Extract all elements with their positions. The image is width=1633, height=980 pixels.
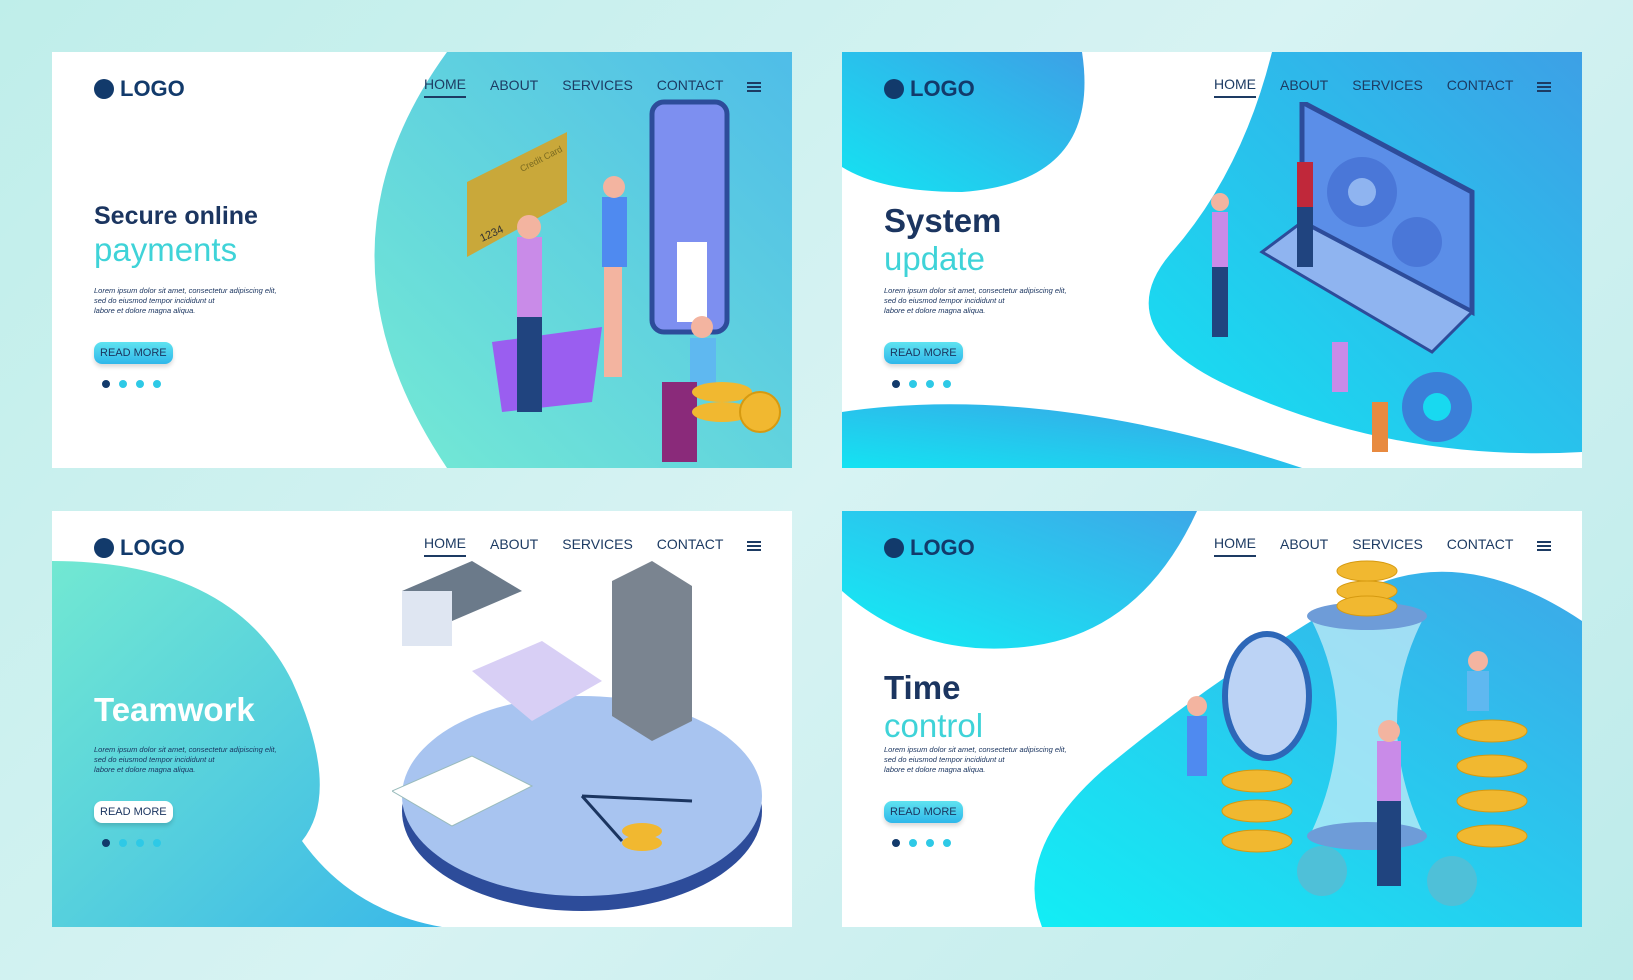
- nav-about[interactable]: ABOUT: [490, 77, 538, 97]
- logo[interactable]: LOGO: [94, 535, 185, 561]
- hero-description: Lorem ipsum dolor sit amet, consectetur …: [884, 745, 1067, 775]
- landing-card-system-update: LOGO HOME ABOUT SERVICES CONTACT System upda…: [842, 52, 1582, 468]
- logo-circle-icon: [94, 538, 114, 558]
- read-more-button[interactable]: READ MORE: [94, 801, 173, 823]
- logo-circle-icon: [884, 79, 904, 99]
- nav-contact[interactable]: CONTACT: [657, 536, 724, 556]
- carousel-dots[interactable]: [892, 839, 951, 847]
- hero-description: Lorem ipsum dolor sit amet, consectetur …: [884, 286, 1067, 316]
- hamburger-menu-icon[interactable]: [1537, 82, 1552, 92]
- nav-about[interactable]: ABOUT: [1280, 536, 1328, 556]
- nav-contact[interactable]: CONTACT: [657, 77, 724, 97]
- read-more-button[interactable]: READ MORE: [884, 342, 963, 364]
- hero-description: Lorem ipsum dolor sit amet, consectetur …: [94, 286, 277, 316]
- top-nav: HOME ABOUT SERVICES CONTACT: [424, 76, 762, 98]
- top-nav: HOME ABOUT SERVICES CONTACT: [1214, 535, 1552, 557]
- nav-services[interactable]: SERVICES: [1352, 536, 1423, 556]
- landing-card-time-control: LOGO HOME ABOUT SERVICES CONTACT Time contro…: [842, 511, 1582, 927]
- read-more-button[interactable]: READ MORE: [884, 801, 963, 823]
- logo[interactable]: LOGO: [884, 76, 975, 102]
- nav-services[interactable]: SERVICES: [562, 77, 633, 97]
- logo[interactable]: LOGO: [94, 76, 185, 102]
- hero-title: Time control: [884, 669, 984, 744]
- nav-home[interactable]: HOME: [424, 535, 466, 557]
- landing-card-teamwork: LOGO HOME ABOUT SERVICES CONTACT Teamwork L…: [52, 511, 792, 927]
- hero-title: Secure online payments: [94, 202, 258, 268]
- hamburger-menu-icon[interactable]: [747, 541, 762, 551]
- laptop-gears-illustration: [1211, 102, 1475, 452]
- hamburger-menu-icon[interactable]: [747, 82, 762, 92]
- hero-title: Teamwork: [94, 691, 255, 728]
- mobile-payment-illustration: 1234 Credit Card: [467, 99, 781, 462]
- logo[interactable]: LOGO: [884, 535, 975, 561]
- read-more-button[interactable]: READ MORE: [94, 342, 173, 364]
- nav-home[interactable]: HOME: [1214, 535, 1256, 557]
- hamburger-menu-icon[interactable]: [1537, 541, 1552, 551]
- nav-about[interactable]: ABOUT: [490, 536, 538, 556]
- hero-description: Lorem ipsum dolor sit amet, consectetur …: [94, 745, 277, 775]
- hourglass-coins-illustration: [1187, 560, 1528, 906]
- hero-title: System update: [884, 202, 1002, 277]
- nav-home[interactable]: HOME: [424, 76, 466, 98]
- carousel-dots[interactable]: [102, 380, 161, 388]
- top-nav: HOME ABOUT SERVICES CONTACT: [1214, 76, 1552, 98]
- clock-books-illustration: [392, 561, 762, 911]
- nav-services[interactable]: SERVICES: [1352, 77, 1423, 97]
- nav-home[interactable]: HOME: [1214, 76, 1256, 98]
- logo-circle-icon: [94, 79, 114, 99]
- nav-contact[interactable]: CONTACT: [1447, 536, 1514, 556]
- carousel-dots[interactable]: [102, 839, 161, 847]
- nav-contact[interactable]: CONTACT: [1447, 77, 1514, 97]
- nav-services[interactable]: SERVICES: [562, 536, 633, 556]
- top-nav: HOME ABOUT SERVICES CONTACT: [424, 535, 762, 557]
- carousel-dots[interactable]: [892, 380, 951, 388]
- nav-about[interactable]: ABOUT: [1280, 77, 1328, 97]
- logo-circle-icon: [884, 538, 904, 558]
- landing-card-payments: LOGO HOME ABOUT SERVICES CONTACT Secure onl…: [52, 52, 792, 468]
